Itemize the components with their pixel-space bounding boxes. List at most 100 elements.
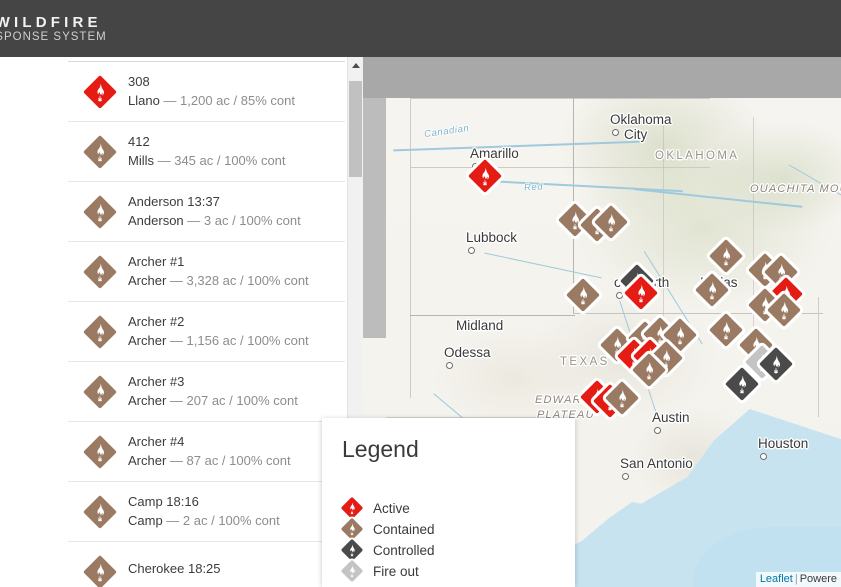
fire-diamond-icon xyxy=(605,381,639,415)
chevron-up-icon xyxy=(351,63,360,68)
fire-item-text: Cherokee 18:25 xyxy=(128,562,221,581)
fire-list-item[interactable]: Archer #1 Archer — 3,328 ac / 100% cont xyxy=(68,242,345,302)
fire-list-item[interactable]: Archer #4 Archer — 87 ac / 100% cont xyxy=(68,422,345,482)
fire-item-county: Archer xyxy=(128,453,167,468)
legend-label: Contained xyxy=(373,522,435,537)
fire-diamond-icon xyxy=(83,374,117,409)
map-fire-marker[interactable] xyxy=(594,205,628,239)
fire-diamond-icon xyxy=(83,554,117,587)
map-gridline xyxy=(410,98,411,398)
fire-item-stats: — 3,328 ac / 100% cont xyxy=(166,273,309,288)
fire-list-panel[interactable]: 308 Llano — 1,200 ac / 85% cont 412 Mills —… xyxy=(68,57,345,587)
app-subtitle: NT RESPONSE SYSTEM xyxy=(0,31,107,43)
map-city-label: Midland xyxy=(456,318,504,333)
map-city-dot xyxy=(612,129,619,136)
map-fire-marker[interactable] xyxy=(695,273,729,307)
legend-label: Active xyxy=(373,501,410,516)
unloaded-map-tile xyxy=(363,57,841,98)
map-region-label: OUACHITA MOU xyxy=(750,183,841,195)
fire-item-text: Archer #2 Archer — 1,156 ac / 100% cont xyxy=(128,315,309,348)
fire-item-subtitle: Archer — 87 ac / 100% cont xyxy=(128,454,291,468)
map-city-label: Austin xyxy=(652,410,690,425)
map-fire-marker[interactable] xyxy=(767,293,801,327)
fire-diamond-icon xyxy=(83,494,117,529)
fire-diamond-icon xyxy=(709,239,743,273)
fire-diamond-icon xyxy=(695,273,729,307)
fire-item-stats: — 2 ac / 100% cont xyxy=(162,513,280,528)
fire-diamond-icon xyxy=(83,194,117,229)
map-city-label: Odessa xyxy=(444,345,491,360)
map-city-dot xyxy=(654,427,661,434)
map-city-dot xyxy=(446,362,453,369)
fire-item-stats: — 87 ac / 100% cont xyxy=(166,453,291,468)
fire-item-stats: — 207 ac / 100% cont xyxy=(166,393,298,408)
leaflet-link[interactable]: Leaflet xyxy=(760,573,793,585)
map-city-label: Oklahoma xyxy=(610,112,672,127)
unloaded-map-tile xyxy=(363,98,386,338)
map-city-label: Houston xyxy=(758,436,809,451)
fire-status-icon xyxy=(72,250,128,294)
attribution-powered: Powere xyxy=(799,573,837,585)
fire-item-subtitle: Archer — 1,156 ac / 100% cont xyxy=(128,334,309,348)
fire-diamond-icon xyxy=(709,313,743,347)
fire-list-item[interactable]: Anderson 13:37 Anderson — 3 ac / 100% con… xyxy=(68,182,345,242)
map-city-dot xyxy=(468,247,475,254)
fire-status-icon xyxy=(72,130,128,174)
map-fire-marker[interactable] xyxy=(468,159,502,193)
legend-items: Active Contained Controlled Fire out xyxy=(340,496,552,583)
map-city-label: San Antonio xyxy=(620,456,693,471)
fire-item-title: Anderson 13:37 xyxy=(128,194,220,209)
map-city-dot xyxy=(622,473,629,480)
fire-list-item[interactable]: 412 Mills — 345 ac / 100% cont xyxy=(68,122,345,182)
fire-diamond-icon xyxy=(83,434,117,469)
fire-item-stats: — 345 ac / 100% cont xyxy=(154,153,286,168)
app-header: AS WILDFIRE NT RESPONSE SYSTEM xyxy=(0,0,841,57)
fire-item-county: Archer xyxy=(128,333,167,348)
fire-item-county: Mills xyxy=(128,153,154,168)
fire-status-icon xyxy=(72,370,128,414)
legend-row: Contained xyxy=(340,517,552,541)
map-region-label: OKLAHOMA xyxy=(655,150,740,162)
map-fire-marker[interactable] xyxy=(759,347,793,381)
fire-diamond-icon xyxy=(83,134,117,169)
legend-status-icon xyxy=(340,496,364,520)
fire-list-item[interactable]: Archer #2 Archer — 1,156 ac / 100% cont xyxy=(68,302,345,362)
fire-status-icon xyxy=(72,430,128,474)
map-fire-marker[interactable] xyxy=(725,367,759,401)
map-fire-marker[interactable] xyxy=(709,313,743,347)
map-fire-marker[interactable] xyxy=(566,278,600,312)
state-border xyxy=(410,315,575,316)
scroll-up-button[interactable] xyxy=(348,57,363,73)
fire-diamond-icon xyxy=(340,538,364,562)
map-fire-marker[interactable] xyxy=(709,239,743,273)
fire-status-icon xyxy=(72,490,128,534)
map-city-label: Amarillo xyxy=(470,146,519,161)
fire-status-icon xyxy=(72,310,128,354)
fire-item-county: Anderson xyxy=(128,213,184,228)
map-fire-marker[interactable] xyxy=(632,353,666,387)
fire-item-county: Archer xyxy=(128,393,167,408)
fire-list-item[interactable]: Archer #3 Archer — 207 ac / 100% cont xyxy=(68,362,345,422)
fire-diamond-icon xyxy=(340,517,364,541)
map-fire-marker[interactable] xyxy=(605,381,639,415)
fire-diamond-icon xyxy=(566,278,600,312)
fire-item-county: Archer xyxy=(128,273,167,288)
legend-status-icon xyxy=(340,559,364,583)
fire-list-item[interactable]: Cherokee 18:25 xyxy=(68,542,345,587)
fire-item-title: 412 xyxy=(128,134,150,149)
scrollbar-thumb[interactable] xyxy=(349,81,362,177)
fire-diamond-icon xyxy=(759,347,793,381)
fire-status-icon xyxy=(72,550,128,587)
fire-list-item[interactable]: Camp 18:16 Camp — 2 ac / 100% cont xyxy=(68,482,345,542)
fire-list[interactable]: 308 Llano — 1,200 ac / 85% cont 412 Mills —… xyxy=(68,62,345,587)
fire-status-icon xyxy=(72,190,128,234)
legend-row: Fire out xyxy=(340,559,552,583)
legend-title: Legend xyxy=(342,436,419,462)
fire-diamond-icon xyxy=(340,559,364,583)
fire-status-icon xyxy=(72,70,128,114)
legend-label: Fire out xyxy=(373,564,419,579)
fire-list-item[interactable]: 308 Llano — 1,200 ac / 85% cont xyxy=(68,62,345,122)
map-gridline xyxy=(410,98,710,99)
map-fire-marker[interactable] xyxy=(624,276,658,310)
fire-diamond-icon xyxy=(632,353,666,387)
